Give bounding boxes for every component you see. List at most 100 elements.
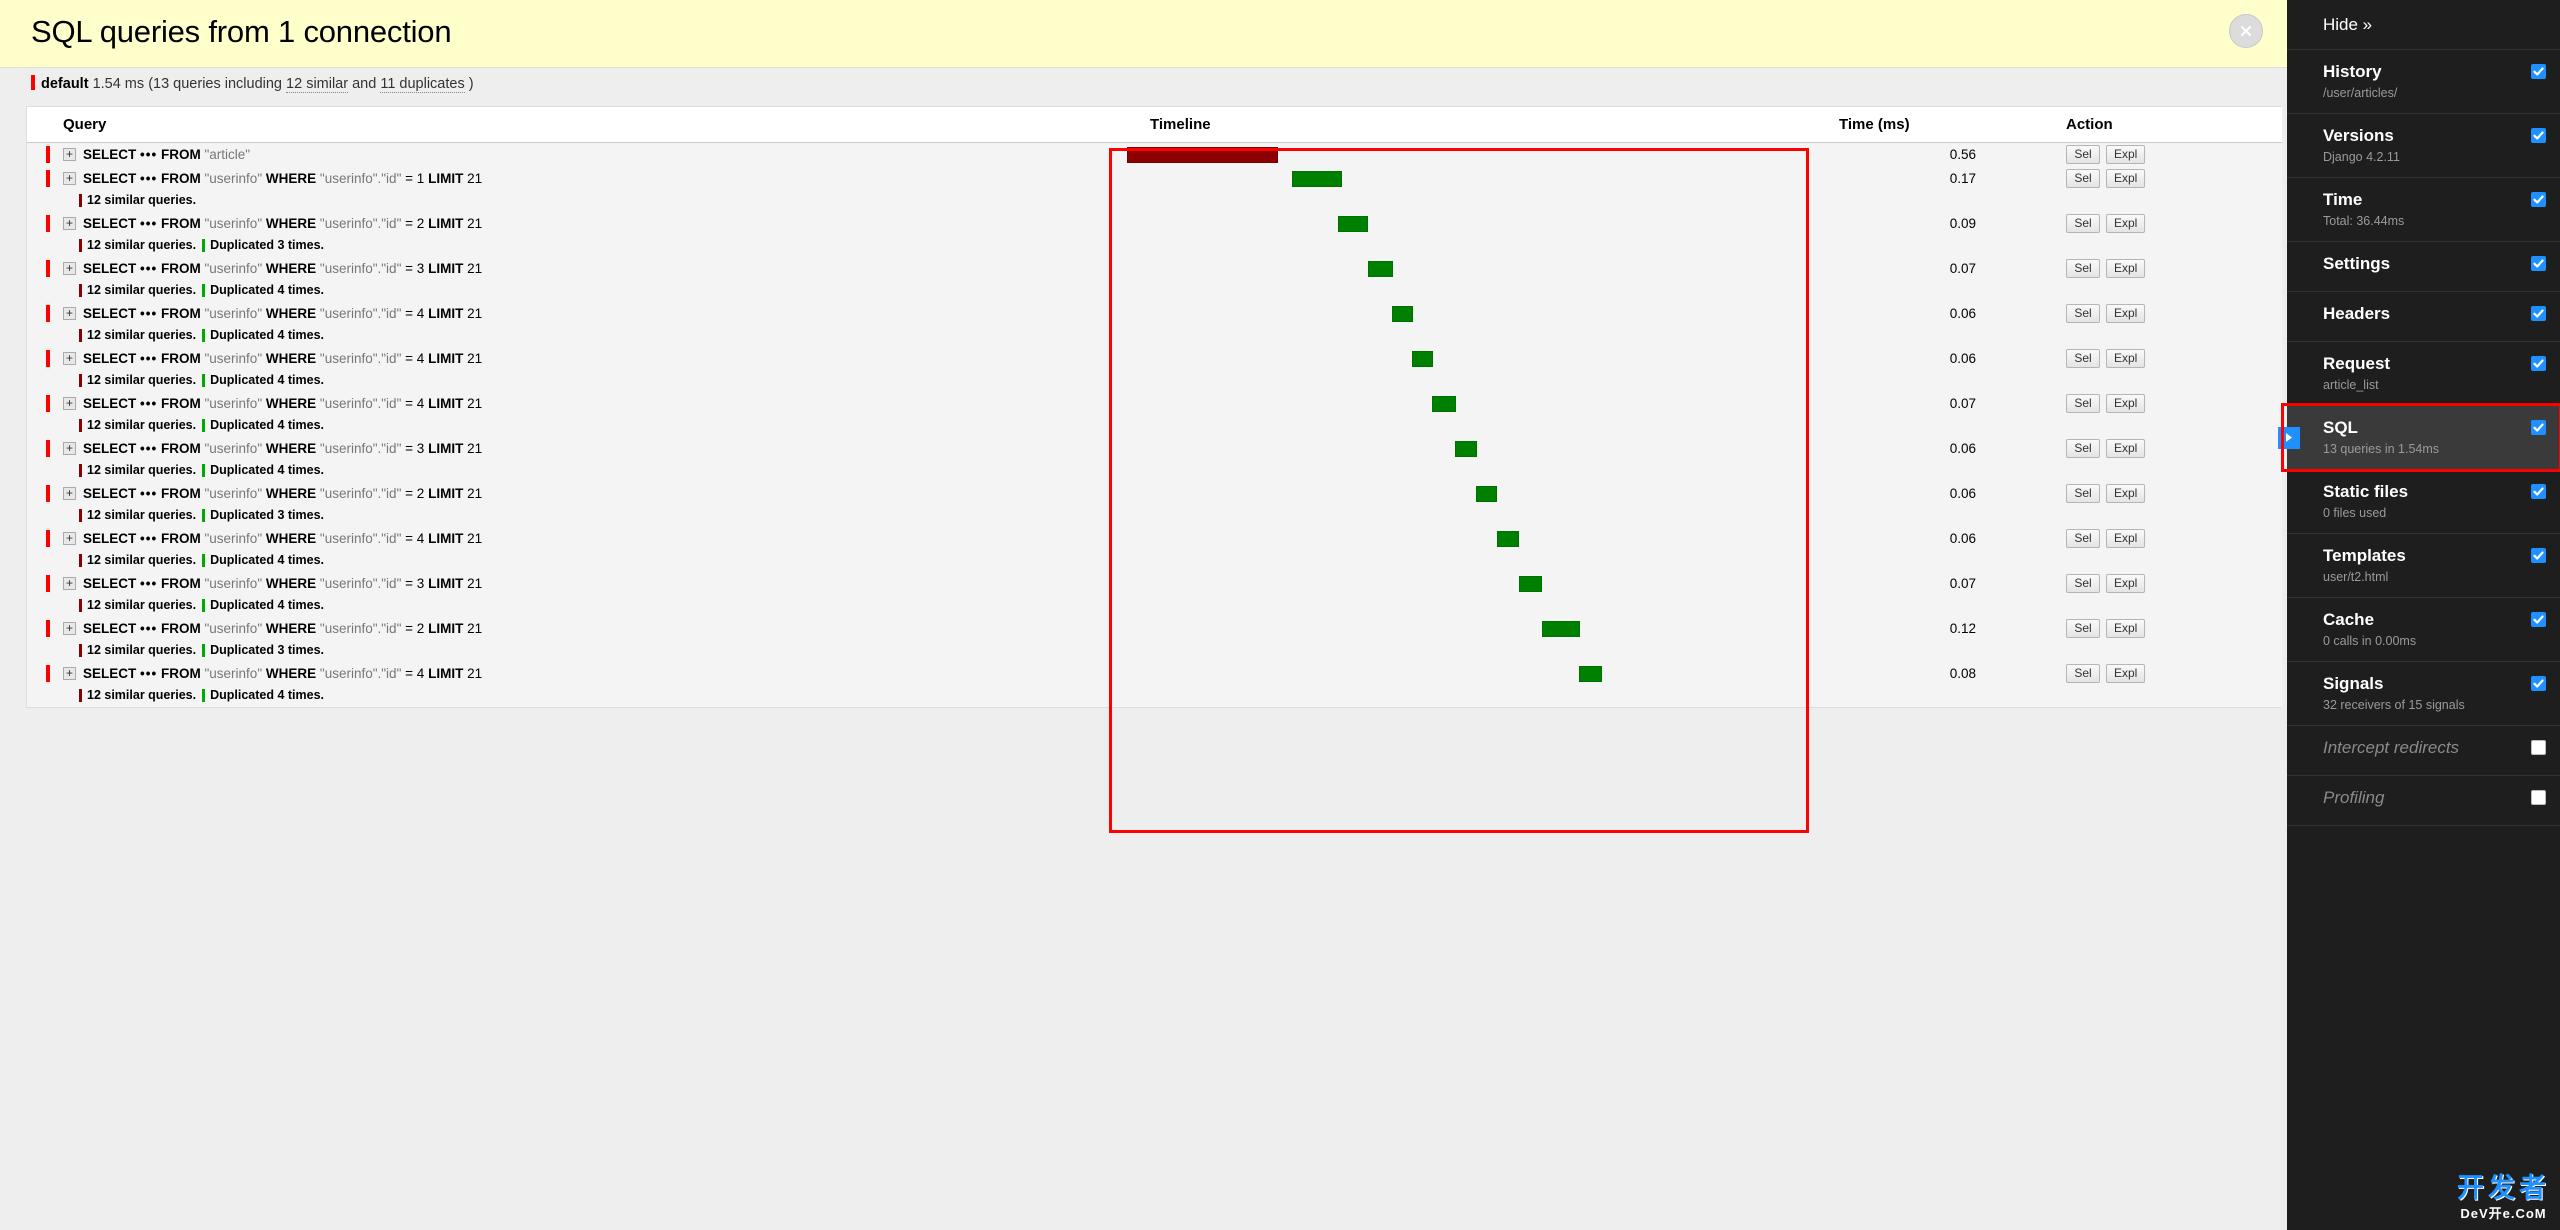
table-row[interactable]: + SELECT ••• FROM "article" 0.56 Sel Expl	[27, 142, 2282, 167]
timeline-bar[interactable]	[1519, 575, 1543, 592]
timeline-bar[interactable]	[1432, 395, 1456, 412]
select-query-button[interactable]: Sel	[2066, 394, 2100, 413]
explain-query-button[interactable]: Expl	[2106, 214, 2146, 233]
expand-query-toggle[interactable]: +	[63, 442, 76, 455]
sidebar-item-checkbox[interactable]	[2531, 790, 2546, 805]
sidebar-item-cache[interactable]: Cache 0 calls in 0.00ms	[2287, 598, 2560, 662]
timeline-bar[interactable]	[1579, 665, 1603, 682]
select-query-button[interactable]: Sel	[2066, 529, 2100, 548]
sidebar-item-headers[interactable]: Headers	[2287, 292, 2560, 342]
expand-query-toggle[interactable]: +	[63, 148, 76, 162]
table-row[interactable]: + SELECT ••• FROM "userinfo" WHERE "useri…	[27, 301, 2282, 326]
table-row[interactable]: + SELECT ••• FROM "userinfo" WHERE "useri…	[27, 166, 2282, 191]
select-query-button[interactable]: Sel	[2066, 664, 2100, 683]
sidebar-item-checkbox[interactable]	[2531, 740, 2546, 755]
sidebar-item-history[interactable]: History/user/articles/	[2287, 50, 2560, 114]
select-query-button[interactable]: Sel	[2066, 619, 2100, 638]
sidebar-item-checkbox[interactable]	[2531, 548, 2546, 563]
select-query-button[interactable]: Sel	[2066, 169, 2100, 188]
explain-query-button[interactable]: Expl	[2106, 664, 2146, 683]
sidebar-item-checkbox[interactable]	[2531, 676, 2546, 691]
table-row[interactable]: + SELECT ••• FROM "userinfo" WHERE "useri…	[27, 436, 2282, 461]
explain-query-button[interactable]: Expl	[2106, 394, 2146, 413]
expand-query-toggle[interactable]: +	[63, 397, 76, 410]
explain-query-button[interactable]: Expl	[2106, 259, 2146, 278]
select-query-button[interactable]: Sel	[2066, 439, 2100, 458]
expand-query-toggle[interactable]: +	[63, 532, 76, 545]
expand-query-toggle[interactable]: +	[63, 487, 76, 500]
sidebar-item-checkbox[interactable]	[2531, 612, 2546, 627]
sidebar-item-templates[interactable]: Templates user/t2.html	[2287, 534, 2560, 598]
close-icon[interactable]	[2229, 14, 2263, 48]
timeline-bar[interactable]	[1338, 215, 1369, 232]
explain-query-button[interactable]: Expl	[2106, 574, 2146, 593]
timeline-bar[interactable]	[1291, 170, 1342, 187]
expand-query-toggle[interactable]: +	[63, 262, 76, 275]
explain-query-button[interactable]: Expl	[2106, 145, 2146, 165]
explain-query-button[interactable]: Expl	[2106, 439, 2146, 458]
timeline-bar[interactable]	[1411, 350, 1433, 367]
table-row[interactable]: + SELECT ••• FROM "userinfo" WHERE "useri…	[27, 391, 2282, 416]
sidebar-item-checkbox[interactable]	[2531, 306, 2546, 321]
table-row[interactable]: + SELECT ••• FROM "userinfo" WHERE "useri…	[27, 571, 2282, 596]
explain-query-button[interactable]: Expl	[2106, 619, 2146, 638]
table-row[interactable]: + SELECT ••• FROM "userinfo" WHERE "useri…	[27, 526, 2282, 551]
sidebar-item-checkbox[interactable]	[2531, 192, 2546, 207]
hide-toolbar-button[interactable]: Hide »	[2287, 0, 2560, 50]
sidebar-item-settings[interactable]: Settings	[2287, 242, 2560, 292]
timeline-bar[interactable]	[1367, 260, 1393, 277]
sidebar-item-checkbox[interactable]	[2531, 256, 2546, 271]
select-query-button[interactable]: Sel	[2066, 259, 2100, 278]
table-row[interactable]: + SELECT ••• FROM "userinfo" WHERE "useri…	[27, 211, 2282, 236]
query-duration: 0.07	[1949, 261, 1976, 276]
table-row[interactable]: + SELECT ••• FROM "userinfo" WHERE "useri…	[27, 256, 2282, 281]
expand-query-toggle[interactable]: +	[63, 667, 76, 680]
table-row[interactable]: + SELECT ••• FROM "userinfo" WHERE "useri…	[27, 346, 2282, 371]
sidebar-item-checkbox[interactable]	[2531, 128, 2546, 143]
sidebar-item-checkbox[interactable]	[2531, 484, 2546, 499]
select-query-button[interactable]: Sel	[2066, 304, 2100, 323]
expand-query-toggle[interactable]: +	[63, 622, 76, 635]
select-query-button[interactable]: Sel	[2066, 484, 2100, 503]
select-query-button[interactable]: Sel	[2066, 349, 2100, 368]
explain-query-button[interactable]: Expl	[2106, 484, 2146, 503]
sidebar-item-checkbox[interactable]	[2531, 64, 2546, 79]
sidebar-item-versions[interactable]: Versions Django 4.2.11	[2287, 114, 2560, 178]
sidebar-item-label: Templates	[2323, 546, 2406, 565]
expand-query-toggle[interactable]: +	[63, 352, 76, 365]
duplicate-count-link[interactable]: 11 duplicates	[380, 76, 465, 93]
sql-keyword-from: FROM	[160, 486, 201, 501]
timeline-bar[interactable]	[1455, 440, 1477, 457]
timeline-bar[interactable]	[1497, 530, 1519, 547]
explain-query-button[interactable]: Expl	[2106, 304, 2146, 323]
expand-query-toggle[interactable]: +	[63, 217, 76, 230]
select-query-button[interactable]: Sel	[2066, 574, 2100, 593]
sidebar-item-checkbox[interactable]	[2531, 356, 2546, 371]
timeline-bar[interactable]	[1391, 305, 1413, 322]
similar-count-link[interactable]: 12 similar	[286, 76, 349, 93]
select-query-button[interactable]: Sel	[2066, 214, 2100, 233]
sidebar-item-checkbox[interactable]	[2531, 420, 2546, 435]
sql-keyword-select: SELECT	[83, 666, 137, 681]
sidebar-item-request[interactable]: Request article_list	[2287, 342, 2560, 406]
query-sql-text: SELECT ••• FROM "userinfo" WHERE "userin…	[83, 666, 482, 681]
sidebar-item-signals[interactable]: Signals 32 receivers of 15 signals	[2287, 662, 2560, 726]
table-row[interactable]: + SELECT ••• FROM "userinfo" WHERE "useri…	[27, 616, 2282, 641]
timeline-bar[interactable]	[1127, 146, 1278, 163]
table-row[interactable]: + SELECT ••• FROM "userinfo" WHERE "useri…	[27, 661, 2282, 686]
explain-query-button[interactable]: Expl	[2106, 529, 2146, 548]
expand-query-toggle[interactable]: +	[63, 577, 76, 590]
query-notes-cell: 12 similar queries. Duplicated 4 times.	[27, 686, 1127, 707]
explain-query-button[interactable]: Expl	[2106, 169, 2146, 188]
expand-query-toggle[interactable]: +	[63, 307, 76, 320]
expand-query-toggle[interactable]: +	[63, 172, 76, 185]
select-query-button[interactable]: Sel	[2066, 145, 2100, 165]
timeline-bar[interactable]	[1542, 620, 1580, 637]
sidebar-item-time[interactable]: Time Total: 36.44ms	[2287, 178, 2560, 242]
sidebar-item-sql[interactable]: SQL 13 queries in 1.54ms	[2278, 403, 2560, 472]
table-row[interactable]: + SELECT ••• FROM "userinfo" WHERE "useri…	[27, 481, 2282, 506]
timeline-bar[interactable]	[1476, 485, 1498, 502]
query-duration: 0.09	[1949, 216, 1976, 231]
sidebar-item-static-files[interactable]: Static files 0 files used	[2287, 470, 2560, 534]
explain-query-button[interactable]: Expl	[2106, 349, 2146, 368]
